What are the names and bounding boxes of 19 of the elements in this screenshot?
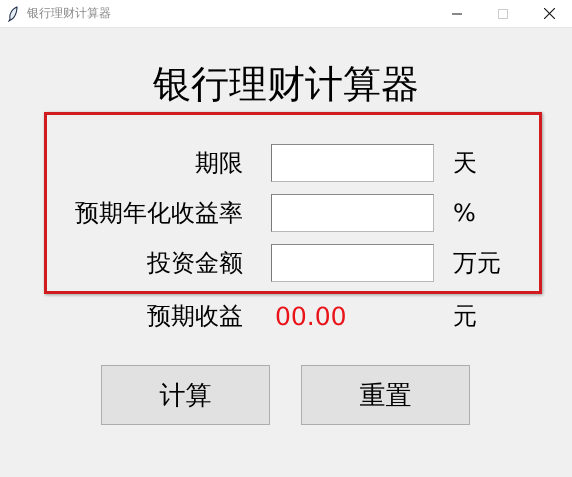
input-field[interactable] (271, 144, 434, 182)
feather-icon (8, 6, 18, 22)
unit-label: % (453, 199, 477, 227)
input-field[interactable] (271, 194, 434, 232)
field-label: 投资金额 (146, 248, 243, 279)
unit-label: 天 (453, 148, 478, 179)
unit-label: 元 (453, 301, 477, 332)
maximize-icon (498, 8, 508, 18)
result-value: 00.00 (274, 302, 348, 330)
action-button[interactable]: 重置 (301, 365, 470, 425)
result-label: 预期收益 (146, 301, 243, 332)
app-heading: 银行理财计算器 (152, 61, 420, 108)
field-label: 预期年化收益率 (74, 198, 243, 229)
window-title: 银行理财计算器 (27, 5, 111, 22)
field-label: 期限 (194, 148, 243, 179)
unit-label: 万元 (453, 248, 502, 279)
input-field[interactable] (271, 244, 434, 282)
close-icon (544, 8, 554, 19)
action-button[interactable]: 计算 (101, 365, 270, 425)
